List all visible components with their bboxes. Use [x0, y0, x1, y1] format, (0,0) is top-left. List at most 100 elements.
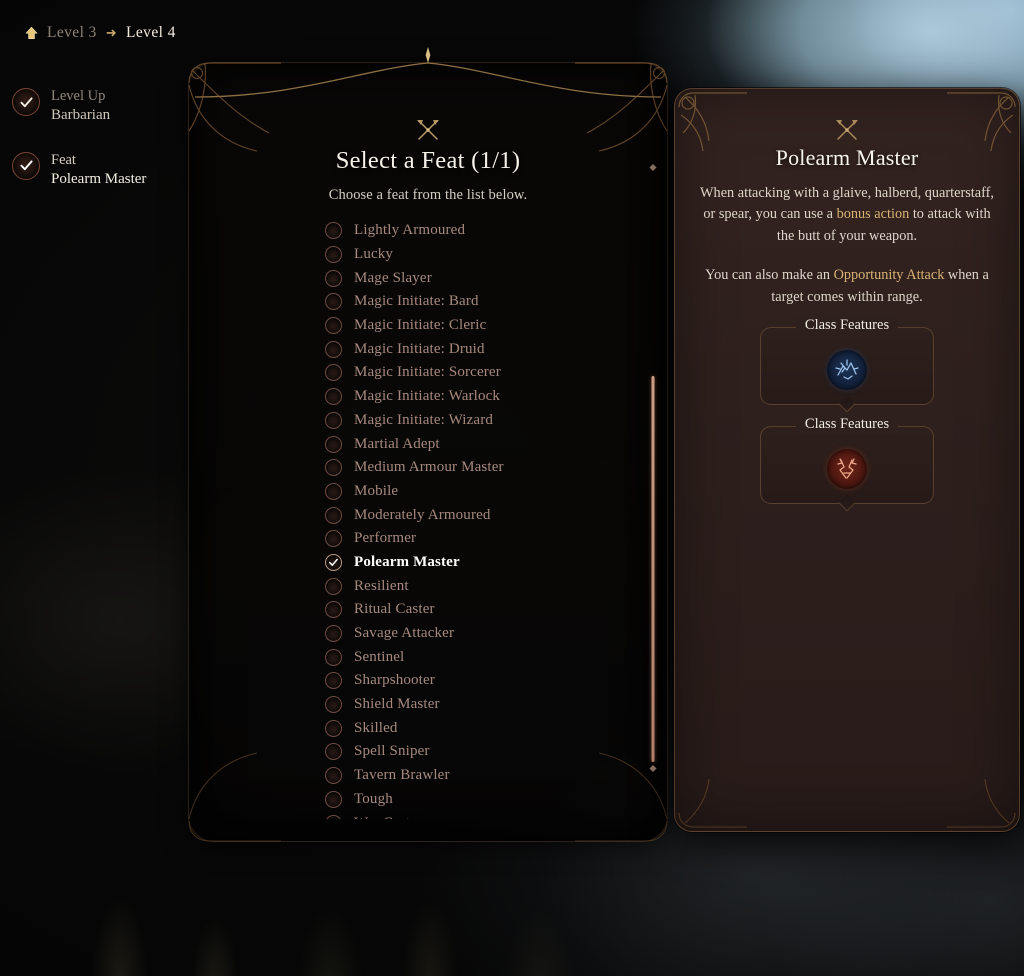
- radio-unchecked-icon[interactable]: [325, 293, 342, 311]
- feat-list-item[interactable]: Shield Master: [325, 693, 625, 717]
- feat-list-item[interactable]: War Caster: [325, 811, 625, 819]
- level-up-steps-sidebar: Level Up Barbarian Feat Polearm Master: [12, 86, 182, 214]
- feat-list-item[interactable]: Medium Armour Master: [325, 456, 625, 480]
- feat-list-item[interactable]: Magic Initiate: Warlock: [325, 385, 625, 409]
- class-features-card[interactable]: Class Features: [760, 317, 934, 405]
- radio-unchecked-icon[interactable]: [325, 459, 342, 477]
- tooltip-highlight-term: bonus action: [836, 206, 910, 223]
- feat-list-scrollbar[interactable]: [648, 162, 658, 774]
- level-progress-header: Level 3 ➜ Level 4: [24, 24, 176, 42]
- radio-unchecked-icon[interactable]: [325, 340, 342, 358]
- radio-unchecked-icon[interactable]: [325, 767, 342, 785]
- feat-list-item-label: Martial Adept: [354, 435, 440, 452]
- tooltip-description: When attacking with a glaive, halberd, q…: [697, 183, 997, 322]
- radio-unchecked-icon[interactable]: [325, 269, 342, 287]
- feat-list-item[interactable]: Lightly Armoured: [325, 219, 625, 243]
- radio-unchecked-icon[interactable]: [325, 530, 342, 548]
- panel-corner-ornament-bottom-left: [187, 747, 283, 843]
- feat-list-item[interactable]: Magic Initiate: Sorcerer: [325, 361, 625, 385]
- class-features-card-list: Class Features Class Features: [675, 317, 1019, 504]
- class-features-card[interactable]: Class Features: [760, 416, 934, 504]
- feat-list-item-label: Ritual Caster: [354, 601, 435, 618]
- radio-unchecked-icon[interactable]: [325, 577, 342, 595]
- feat-list-item[interactable]: Magic Initiate: Druid: [325, 337, 625, 361]
- feat-detail-tooltip: Polearm Master When attacking with a gla…: [674, 88, 1020, 832]
- radio-checked-icon[interactable]: [325, 553, 342, 571]
- feat-list-item[interactable]: Lucky: [325, 243, 625, 267]
- feat-list-item-label: Lightly Armoured: [354, 222, 466, 239]
- feat-list-item[interactable]: Mage Slayer: [325, 266, 625, 290]
- radio-unchecked-icon[interactable]: [325, 388, 342, 406]
- radio-unchecked-icon[interactable]: [325, 790, 342, 808]
- radio-unchecked-icon[interactable]: [325, 411, 342, 429]
- radio-unchecked-icon[interactable]: [325, 648, 342, 666]
- feat-list-item[interactable]: Sharpshooter: [325, 669, 625, 693]
- sidebar-step-value: Barbarian: [51, 107, 111, 124]
- feat-list-item[interactable]: Tough: [325, 788, 625, 812]
- tooltip-title: Polearm Master: [775, 145, 919, 170]
- feat-list-item-label: Shield Master: [354, 696, 440, 713]
- feat-list-item-label: Lucky: [354, 246, 394, 263]
- radio-unchecked-icon[interactable]: [325, 719, 342, 737]
- feat-list-item[interactable]: Magic Initiate: Wizard: [325, 409, 625, 433]
- feat-list[interactable]: Lightly Armoured Lucky Mage Slayer Magic In…: [325, 219, 625, 819]
- class-feature-blue-icon[interactable]: [827, 349, 867, 390]
- feat-list-item[interactable]: Performer: [325, 527, 625, 551]
- radio-unchecked-icon[interactable]: [325, 317, 342, 335]
- feat-list-item-label: Moderately Armoured: [354, 506, 491, 523]
- feat-list-item[interactable]: Tavern Brawler: [325, 764, 625, 788]
- feat-list-item[interactable]: Spell Sniper: [325, 740, 625, 764]
- radio-unchecked-icon[interactable]: [325, 601, 342, 619]
- radio-unchecked-icon[interactable]: [325, 696, 342, 714]
- radio-unchecked-icon[interactable]: [325, 246, 342, 264]
- tooltip-corner-ornament-bottom-right: [945, 757, 1019, 831]
- sidebar-step-feat[interactable]: Feat Polearm Master: [12, 150, 182, 190]
- level-to-label: Level 4: [126, 24, 176, 41]
- feat-list-item[interactable]: Polearm Master: [325, 551, 625, 575]
- feat-list-item-label: Tough: [354, 790, 393, 807]
- feat-list-item[interactable]: Savage Attacker: [325, 622, 625, 646]
- crossed-weapons-emblem-icon: [413, 117, 443, 143]
- feat-list-item-label: Magic Initiate: Warlock: [354, 388, 501, 405]
- feat-list-item-label: Mage Slayer: [354, 269, 432, 286]
- radio-unchecked-icon[interactable]: [325, 506, 342, 524]
- feat-list-item-label: Sharpshooter: [354, 672, 435, 689]
- feat-selection-panel: Select a Feat (1/1) Choose a feat from t…: [187, 47, 669, 843]
- scrollbar-bottom-marker-icon[interactable]: [649, 764, 657, 773]
- feat-list-item[interactable]: Ritual Caster: [325, 598, 625, 622]
- page-title: Select a Feat (1/1): [335, 147, 521, 174]
- page-subtitle: Choose a feat from the list below.: [328, 187, 528, 203]
- radio-unchecked-icon[interactable]: [325, 672, 342, 690]
- radio-unchecked-icon[interactable]: [325, 482, 342, 500]
- crossed-weapons-emblem-icon: [832, 117, 862, 143]
- feat-list-item[interactable]: Magic Initiate: Bard: [325, 290, 625, 314]
- feat-list-item-label: Medium Armour Master: [354, 459, 504, 476]
- panel-corner-ornament-top-right: [573, 61, 669, 157]
- scrollbar-thumb[interactable]: [651, 376, 655, 762]
- feat-list-item[interactable]: Skilled: [325, 716, 625, 740]
- radio-unchecked-icon[interactable]: [325, 435, 342, 453]
- feat-list-item-label: Savage Attacker: [354, 625, 455, 642]
- radio-unchecked-icon[interactable]: [325, 625, 342, 643]
- feat-list-item[interactable]: Moderately Armoured: [325, 503, 625, 527]
- sidebar-step-value: Polearm Master: [51, 171, 147, 188]
- feat-list-item[interactable]: Martial Adept: [325, 432, 625, 456]
- radio-unchecked-icon[interactable]: [325, 222, 342, 240]
- feat-list-item[interactable]: Sentinel: [325, 645, 625, 669]
- feat-list-item[interactable]: Magic Initiate: Cleric: [325, 314, 625, 338]
- scrollbar-top-marker-icon[interactable]: [649, 163, 657, 172]
- sidebar-step-level-up[interactable]: Level Up Barbarian: [12, 86, 182, 126]
- tooltip-paragraph: When attacking with a glaive, halberd, q…: [697, 183, 997, 247]
- class-feature-red-icon[interactable]: [827, 448, 867, 489]
- feat-list-item-label: Magic Initiate: Sorcerer: [354, 364, 501, 381]
- feat-list-item[interactable]: Resilient: [325, 574, 625, 598]
- tooltip-text: You can also make an: [705, 267, 834, 284]
- radio-unchecked-icon[interactable]: [325, 814, 342, 819]
- sidebar-step-title: Feat: [51, 151, 76, 168]
- feat-list-item[interactable]: Mobile: [325, 480, 625, 504]
- tooltip-highlight-term: Opportunity Attack: [833, 267, 945, 284]
- radio-unchecked-icon[interactable]: [325, 743, 342, 761]
- check-circle-icon: [12, 151, 40, 180]
- radio-unchecked-icon[interactable]: [325, 364, 342, 382]
- tooltip-paragraph: You can also make an Opportunity Attack …: [697, 265, 997, 308]
